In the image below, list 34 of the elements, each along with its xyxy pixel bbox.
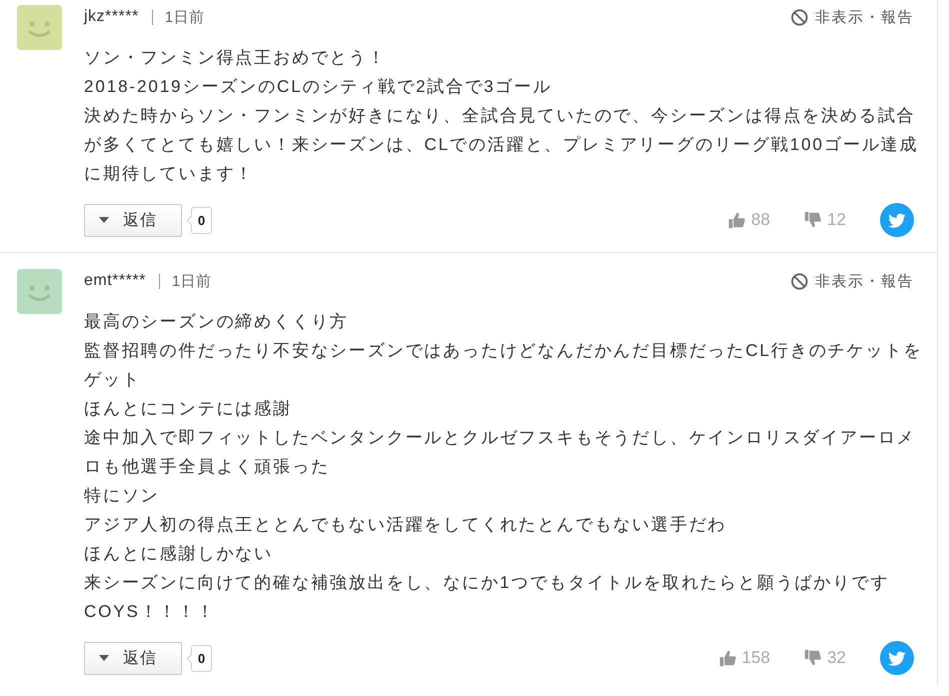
prohibited-icon	[791, 272, 808, 290]
comment-text: 最高のシーズンの締めくくり方	[84, 311, 350, 333]
comment-text: 決めた時からソン・フンミンが好きになり、全試合見ていたので、今シーズンは得点を決める試合が多くてとても嬉しい！来シーズンは、CLでの活躍と、プレミアリーグのリーグ戦100ゴール達成に期待しています！	[84, 105, 920, 185]
comment-text: アジア人初の得点王ととんでもない活躍をしてくれたとんでもない選手だわ	[84, 514, 728, 536]
post-time: 1日前	[164, 8, 205, 26]
bird-share-icon[interactable]	[880, 203, 914, 237]
username[interactable]: emt*****	[84, 272, 146, 290]
separator	[158, 274, 160, 288]
reply-count: 0	[185, 644, 212, 672]
hide-report-link[interactable]: 非表示・報告	[791, 272, 914, 290]
comment-text: 2018-2019シーズンのCLのシティ戦で2試合で3ゴール	[84, 76, 553, 98]
thumbs-down-icon	[804, 649, 822, 667]
thumbs-down-icon	[804, 211, 822, 229]
hide-report-link[interactable]: 非表示・報告	[791, 8, 914, 26]
comment-text: 監督招聘の件だったり不安なシーズンではあったけどなんだかんだ目標だったCL行きのチケットをゲット	[84, 340, 924, 391]
comment-text: 来シーズンに向けて的確な補強放出をし、なにか1つでもタイトルを取れたらと願うばかりです	[84, 572, 890, 594]
comment-text: 途中加入で即フィットしたベンタンクールとクルゼフスキもそうだし、ケインロリスダイアーロメロも他選手全員よく頑張った	[84, 427, 917, 478]
separator	[152, 10, 153, 24]
comment-text: ソン・フンミン得点王おめでとう！	[84, 47, 388, 69]
caret-icon	[99, 655, 109, 661]
comment-text: COYS！！！！	[84, 601, 216, 623]
prohibited-icon	[791, 8, 808, 26]
username[interactable]: jkz*****	[84, 8, 139, 26]
reply-button[interactable]: 返信	[84, 204, 182, 236]
post-time: 1日前	[172, 272, 212, 290]
bird-share-icon[interactable]	[880, 641, 914, 675]
comment-text: ほんとに感謝しかない	[84, 543, 274, 565]
reply-count: 0	[185, 206, 212, 234]
caret-icon	[99, 217, 109, 223]
thumbs-up-icon	[718, 649, 737, 667]
comment-text: 特にソン	[84, 485, 161, 507]
comment-text: ほんとにコンテには感謝	[84, 398, 293, 420]
thumbs-up-icon	[728, 211, 746, 229]
reply-button[interactable]: 返信	[84, 642, 182, 674]
